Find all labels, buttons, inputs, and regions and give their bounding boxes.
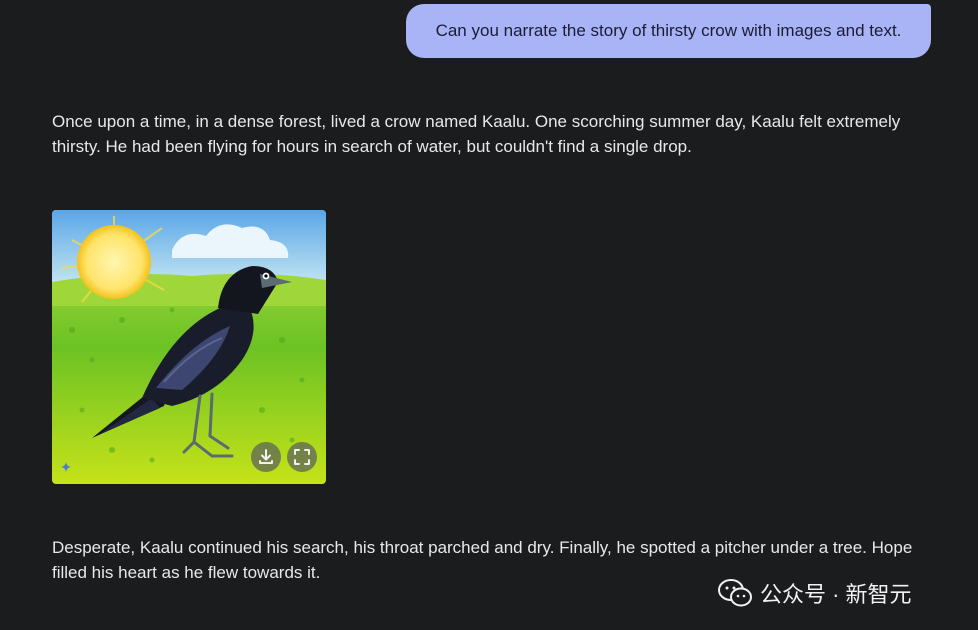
fullscreen-button[interactable] [287,442,317,472]
download-button[interactable] [251,442,281,472]
fullscreen-icon [294,449,310,465]
sparkle-icon [61,462,71,472]
response-paragraph: Once upon a time, in a dense forest, liv… [52,112,901,156]
user-prompt-bubble: Can you narrate the story of thirsty cro… [406,4,931,58]
watermark-text: 公众号 · 新智元 [760,582,912,607]
generated-image-crow[interactable] [52,210,326,484]
download-icon [259,449,273,464]
wechat-icon [718,579,752,607]
crow-illustration [52,210,326,484]
watermark: 公众号 · 新智元 [718,577,912,609]
user-prompt-text: Can you narrate the story of thirsty cro… [435,21,902,40]
